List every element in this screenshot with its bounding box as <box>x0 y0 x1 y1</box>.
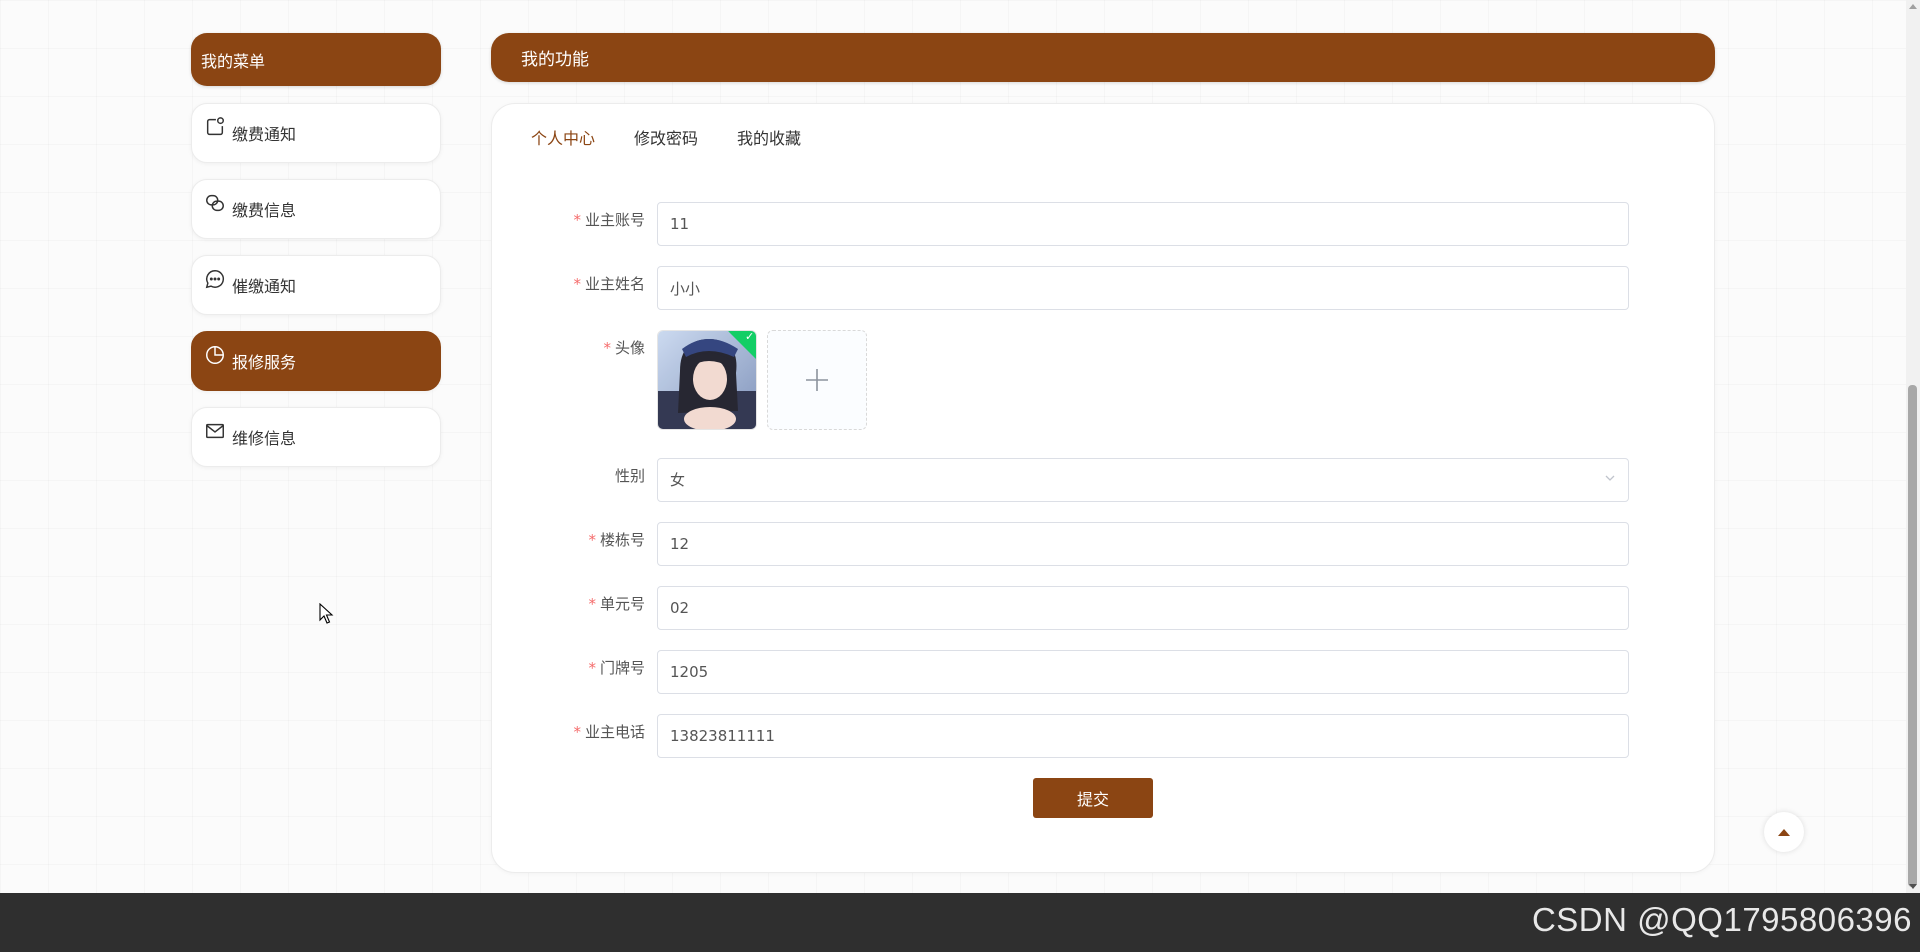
sidebar-item-reminder[interactable]: 催缴通知 <box>191 255 441 315</box>
building-label: * 楼栋号 <box>588 531 645 549</box>
tab-change-password[interactable]: 修改密码 <box>634 124 698 154</box>
profile-card: 个人中心 修改密码 我的收藏 *业主账号 *业主姓名 *头像 <box>491 103 1715 873</box>
mouse-cursor-icon <box>319 603 334 624</box>
caret-up-icon <box>1778 829 1790 836</box>
chat-icon <box>204 268 226 290</box>
notification-icon <box>204 116 226 138</box>
scroll-down-arrow-icon[interactable] <box>1909 884 1917 889</box>
sidebar-title: 我的菜单 <box>191 33 441 86</box>
link-icon <box>204 192 226 214</box>
form-row-avatar: * 头像 ✓ <box>492 330 1716 430</box>
building-input[interactable] <box>657 522 1629 566</box>
main-title: 我的功能 <box>491 33 1715 82</box>
back-to-top-button[interactable] <box>1764 812 1804 852</box>
name-input[interactable] <box>657 266 1629 310</box>
sidebar-item-label: 缴费信息 <box>232 201 297 220</box>
door-label: * 门牌号 <box>588 659 645 677</box>
gender-select[interactable]: 女 <box>657 458 1629 502</box>
sidebar-item-payment-notice[interactable]: 缴费通知 <box>191 103 441 163</box>
watermark: CSDN @QQ1795806396 <box>1531 901 1912 938</box>
scrollbar-thumb[interactable] <box>1908 385 1917 887</box>
sidebar-item-label: 维修信息 <box>232 429 297 448</box>
bottom-bar: CSDN @QQ1795806396 <box>0 893 1920 952</box>
tab-my-favorites[interactable]: 我的收藏 <box>737 124 801 154</box>
sidebar-item-label: 报修服务 <box>232 353 297 372</box>
plus-icon <box>806 369 828 391</box>
name-label: * 业主姓名 <box>573 275 645 293</box>
unit-input[interactable] <box>657 586 1629 630</box>
account-label: * 业主账号 <box>573 211 645 229</box>
check-icon: ✓ <box>745 330 755 343</box>
scroll-up-arrow-icon[interactable] <box>1909 4 1917 9</box>
avatar-upload-button[interactable] <box>767 330 867 430</box>
form-row-name: * 业主姓名 <box>492 266 1716 310</box>
page: 我的菜单 缴费通知 缴费信息 催缴通知 报修服务 维修信息 我的功能 个人中心 <box>0 0 1900 893</box>
sidebar-item-repair-service[interactable]: 报修服务 <box>191 331 441 391</box>
form-row-account: * 业主账号 <box>492 202 1716 246</box>
mail-icon <box>204 420 226 442</box>
vertical-scrollbar[interactable] <box>1906 0 1920 893</box>
tab-bar: 个人中心 修改密码 我的收藏 <box>531 124 801 154</box>
form-row-phone: * 业主电话 <box>492 714 1716 758</box>
gender-label: 性别 <box>614 467 645 485</box>
avatar[interactable]: ✓ <box>657 330 757 430</box>
avatar-label: * 头像 <box>603 339 645 357</box>
unit-label: * 单元号 <box>588 595 645 613</box>
phone-input[interactable] <box>657 714 1629 758</box>
tab-personal-center[interactable]: 个人中心 <box>531 124 595 154</box>
pie-chart-icon <box>204 344 226 366</box>
form-row-building: * 楼栋号 <box>492 522 1716 566</box>
phone-label: * 业主电话 <box>573 723 645 741</box>
form-row-door: * 门牌号 <box>492 650 1716 694</box>
sidebar-item-label: 催缴通知 <box>232 277 297 296</box>
sidebar-item-maintenance-info[interactable]: 维修信息 <box>191 407 441 467</box>
sidebar-item-label: 缴费通知 <box>232 125 297 144</box>
door-input[interactable] <box>657 650 1629 694</box>
chevron-down-icon <box>1605 475 1615 481</box>
submit-button[interactable]: 提交 <box>1033 778 1153 818</box>
sidebar-item-payment-info[interactable]: 缴费信息 <box>191 179 441 239</box>
form-row-unit: * 单元号 <box>492 586 1716 630</box>
account-input[interactable] <box>657 202 1629 246</box>
form-row-gender: 性别 女 <box>492 458 1716 502</box>
